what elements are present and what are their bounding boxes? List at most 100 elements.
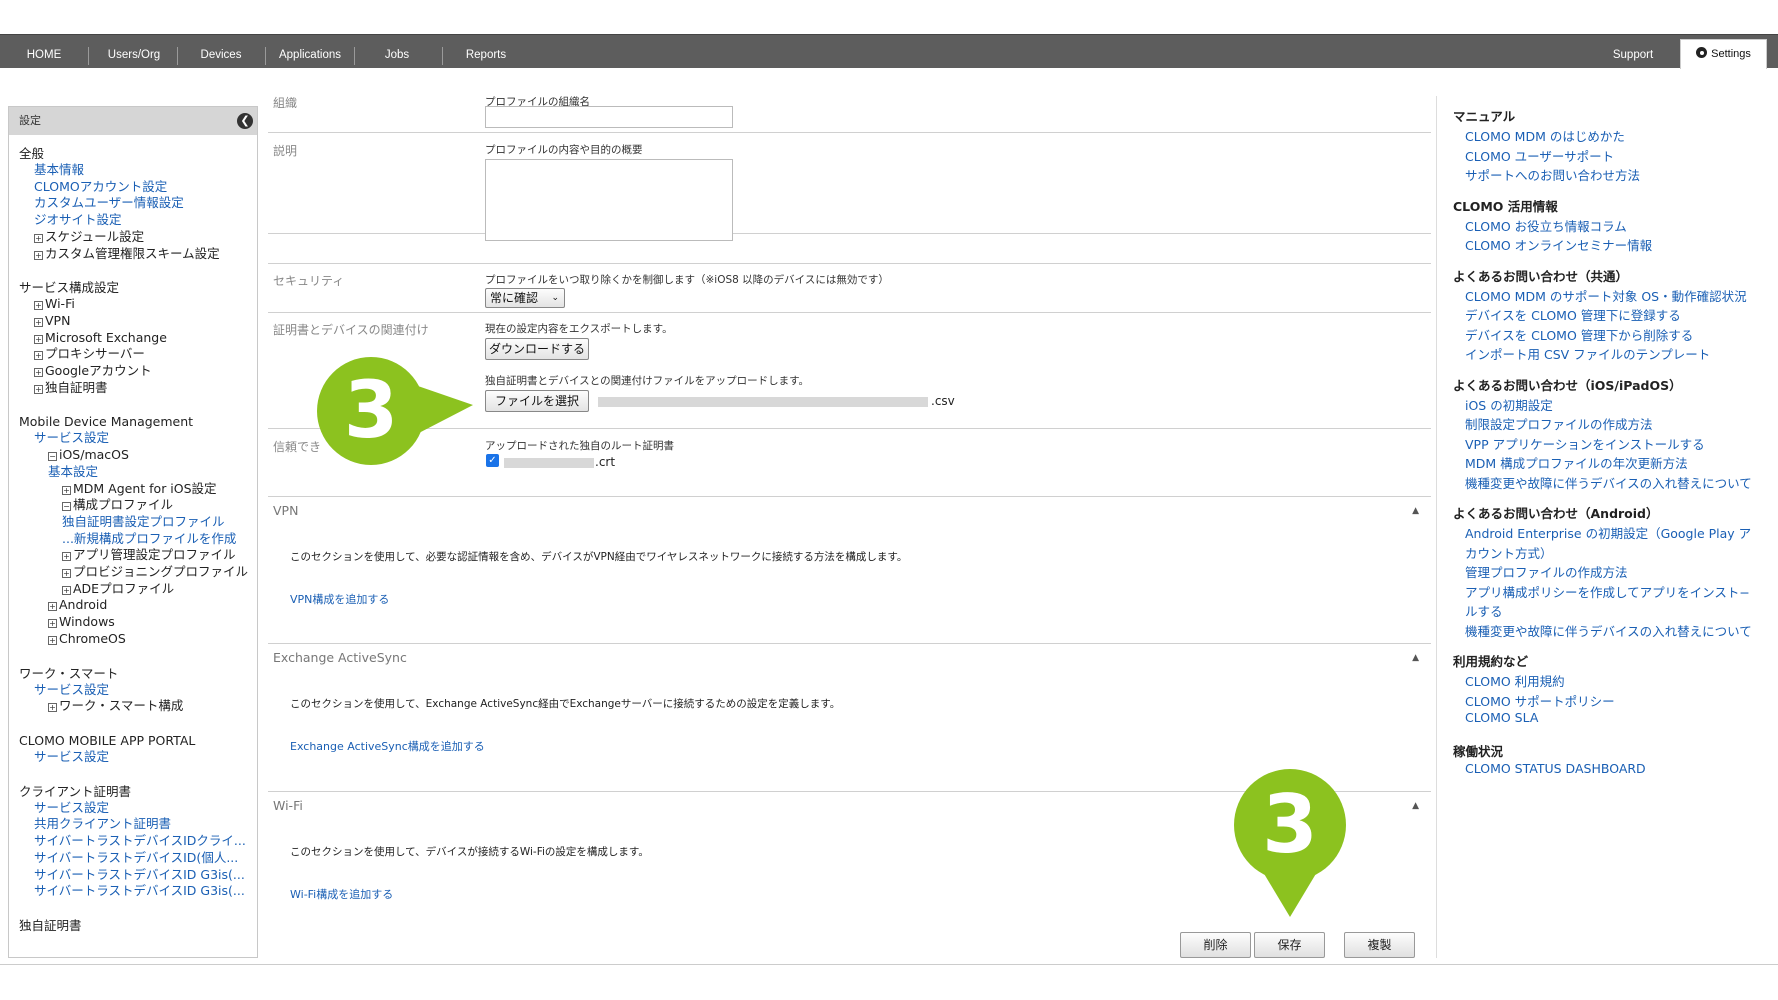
expand-toggle-icon[interactable]: + [62, 552, 71, 562]
expand-toggle-icon[interactable]: + [34, 351, 43, 361]
expand-toggle-icon[interactable]: + [34, 317, 43, 327]
collapse-toggle-icon[interactable]: − [48, 452, 57, 462]
sidebar-tree-node[interactable]: + Android [19, 597, 257, 614]
help-link[interactable]: CLOMO オンラインセミナー情報 [1465, 235, 1652, 254]
help-link[interactable]: カウント方式） [1465, 543, 1553, 562]
root-cert-checkbox[interactable]: ✓ [486, 454, 499, 467]
save-button[interactable]: 保存 [1254, 932, 1325, 958]
expand-toggle-icon[interactable]: + [48, 703, 57, 713]
collapse-arrow-icon[interactable]: ▲ [1412, 497, 1419, 525]
nav-devices[interactable]: Devices [190, 35, 252, 69]
sidebar-tree-node[interactable]: + Googleアカウント [19, 363, 257, 380]
duplicate-button[interactable]: 複製 [1344, 932, 1415, 958]
choose-file-button[interactable]: ファイルを選択 [485, 390, 589, 412]
nav-jobs[interactable]: Jobs [366, 35, 428, 69]
sidebar-link[interactable]: サイバートラストデバイスID G3is(... [19, 867, 257, 884]
sidebar-tree-node[interactable]: + プロキシサーバー [19, 346, 257, 363]
exchange-section-header[interactable]: Exchange ActiveSync ▲ [268, 643, 1431, 665]
nav-settings-tab[interactable]: Settings [1680, 39, 1767, 69]
download-button[interactable]: ダウンロードする [485, 338, 589, 360]
nav-reports[interactable]: Reports [455, 35, 517, 69]
help-link[interactable]: CLOMO MDM のはじめかた [1465, 126, 1625, 145]
expand-toggle-icon[interactable]: + [48, 602, 57, 612]
expand-toggle-icon[interactable]: + [34, 368, 43, 378]
sidebar-tree-node[interactable]: + ChromeOS [19, 631, 257, 648]
sidebar-link[interactable]: ...新規構成プロファイルを作成 [19, 531, 257, 548]
help-link[interactable]: CLOMO STATUS DASHBOARD [1465, 761, 1646, 776]
sidebar-link[interactable]: カスタムユーザー情報設定 [19, 195, 257, 212]
add-wifi-link[interactable]: Wi-Fi構成を追加する [290, 886, 393, 902]
help-link[interactable]: CLOMO ユーザーサポート [1465, 146, 1614, 165]
sidebar-link[interactable]: サイバートラストデバイスID(個人... [19, 850, 257, 867]
help-link[interactable]: デバイスを CLOMO 管理下から削除する [1465, 325, 1693, 344]
nav-support[interactable]: Support [1602, 35, 1664, 69]
help-link[interactable]: CLOMO サポートポリシー [1465, 691, 1615, 710]
org-input[interactable] [485, 106, 733, 128]
help-link[interactable]: 機種変更や故障に伴うデバイスの入れ替えについて [1465, 473, 1752, 492]
help-link[interactable]: デバイスを CLOMO 管理下に登録する [1465, 305, 1681, 324]
expand-toggle-icon[interactable]: + [34, 233, 43, 243]
expand-toggle-icon[interactable]: + [62, 569, 71, 579]
help-link[interactable]: 管理プロファイルの作成方法 [1465, 562, 1628, 581]
nav-home[interactable]: HOME [18, 35, 70, 69]
sidebar-tree-node[interactable]: − iOS/macOS [19, 447, 257, 464]
expand-toggle-icon[interactable]: + [62, 585, 71, 595]
sidebar-tree-node[interactable]: + Wi-Fi [19, 296, 257, 313]
delete-button[interactable]: 削除 [1180, 932, 1251, 958]
sidebar-link[interactable]: CLOMOアカウント設定 [19, 179, 257, 196]
help-link[interactable]: CLOMO MDM のサポート対象 OS・動作確認状況 [1465, 286, 1747, 305]
collapse-arrow-icon[interactable]: ▲ [1412, 792, 1419, 820]
add-exchange-link[interactable]: Exchange ActiveSync構成を追加する [290, 738, 485, 754]
sidebar-tree-node[interactable]: + Microsoft Exchange [19, 330, 257, 347]
sidebar-link[interactable]: サイバートラストデバイスID G3is(... [19, 883, 257, 900]
description-textarea[interactable] [485, 159, 733, 241]
help-link[interactable]: 機種変更や故障に伴うデバイスの入れ替えについて [1465, 621, 1752, 640]
sidebar-link[interactable]: サービス設定 [19, 430, 257, 447]
security-select[interactable]: 常に確認 ⌄ [485, 288, 565, 308]
help-link[interactable]: Android Enterprise の初期設定（Google Play ア [1465, 523, 1751, 542]
sidebar-tree-node[interactable]: + ワーク・スマート構成 [19, 698, 257, 715]
sidebar-tree-node[interactable]: + プロビジョニングプロファイル [19, 564, 257, 581]
help-link[interactable]: CLOMO SLA [1465, 710, 1538, 725]
help-link[interactable]: アプリ構成ポリシーを作成してアプリをインスト− [1465, 582, 1750, 601]
nav-users-org[interactable]: Users/Org [98, 35, 170, 69]
sidebar-link[interactable]: 共用クライアント証明書 [19, 816, 257, 833]
sidebar-tree-node[interactable]: + カスタム管理権限スキーム設定 [19, 246, 257, 263]
collapse-sidebar-icon[interactable]: ❮ [237, 113, 253, 129]
sidebar-tree-node[interactable]: + Windows [19, 614, 257, 631]
help-link[interactable]: ルする [1465, 601, 1503, 620]
sidebar-tree-node[interactable]: − 構成プロファイル [19, 497, 257, 514]
sidebar-link[interactable]: 独自証明書設定プロファイル [19, 514, 257, 531]
sidebar-tree-node[interactable]: + VPN [19, 313, 257, 330]
help-link[interactable]: VPP アプリケーションをインストールする [1465, 434, 1705, 453]
help-link[interactable]: CLOMO 利用規約 [1465, 671, 1565, 690]
sidebar-tree-node[interactable]: + スケジュール設定 [19, 229, 257, 246]
sidebar-link[interactable]: サービス設定 [19, 749, 257, 766]
expand-toggle-icon[interactable]: + [34, 334, 43, 344]
sidebar-link[interactable]: サービス設定 [19, 800, 257, 817]
expand-toggle-icon[interactable]: + [48, 635, 57, 645]
help-link[interactable]: MDM 構成プロファイルの年次更新方法 [1465, 453, 1688, 472]
expand-toggle-icon[interactable]: + [62, 485, 71, 495]
vpn-section-header[interactable]: VPN ▲ [268, 496, 1431, 518]
help-link[interactable]: iOS の初期設定 [1465, 395, 1553, 414]
add-vpn-link[interactable]: VPN構成を追加する [290, 591, 389, 607]
nav-applications[interactable]: Applications [272, 35, 348, 69]
sidebar-tree-node[interactable]: + ADEプロファイル [19, 581, 257, 598]
expand-toggle-icon[interactable]: + [34, 250, 43, 260]
sidebar-link[interactable]: 基本設定 [19, 464, 257, 481]
collapse-toggle-icon[interactable]: − [62, 502, 71, 512]
help-link[interactable]: サポートへのお問い合わせ方法 [1465, 165, 1640, 184]
sidebar-link[interactable]: 基本情報 [19, 162, 257, 179]
sidebar-link[interactable]: サービス設定 [19, 682, 257, 699]
expand-toggle-icon[interactable]: + [34, 384, 43, 394]
expand-toggle-icon[interactable]: + [48, 619, 57, 629]
sidebar-link[interactable]: サイバートラストデバイスIDクライ... [19, 833, 257, 850]
expand-toggle-icon[interactable]: + [34, 301, 43, 311]
help-link[interactable]: CLOMO お役立ち情報コラム [1465, 216, 1627, 235]
help-link[interactable]: 制限設定プロファイルの作成方法 [1465, 414, 1653, 433]
sidebar-tree-node[interactable]: + 独自証明書 [19, 380, 257, 397]
collapse-arrow-icon[interactable]: ▲ [1412, 644, 1419, 672]
sidebar-link[interactable]: ジオサイト設定 [19, 212, 257, 229]
help-link[interactable]: インポート用 CSV ファイルのテンプレート [1465, 344, 1710, 363]
